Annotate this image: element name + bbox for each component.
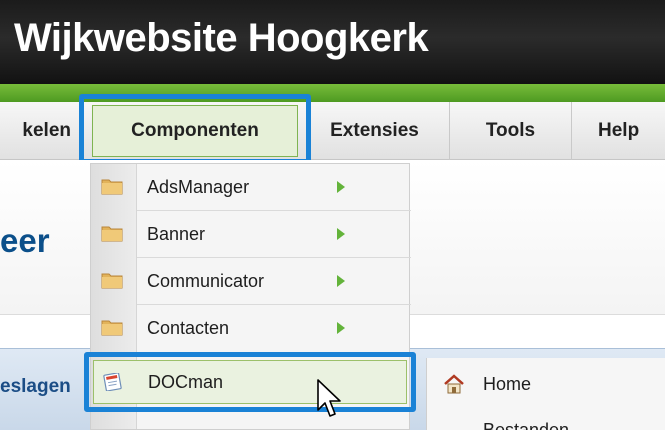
page-title: eer — [0, 222, 50, 259]
dropdown-item-banner[interactable]: Banner — [91, 211, 411, 257]
submenu-arrow-icon — [337, 275, 345, 287]
submenu-item-label: Bestanden — [483, 420, 570, 430]
folder-icon — [101, 226, 123, 242]
dropdown-item-label: AdsManager — [147, 176, 250, 197]
home-icon — [444, 374, 464, 394]
dropdown-item-label: DOCman — [148, 371, 224, 392]
dropdown-item-adsmanager[interactable]: AdsManager — [91, 164, 411, 210]
folder-icon — [101, 179, 123, 195]
dropdown-item-label: Contacten — [147, 317, 230, 338]
componenten-dropdown: AdsManager Banner Communicator Contacten — [90, 163, 411, 430]
dropdown-item-label: Banner — [147, 223, 206, 244]
folder-icon — [101, 320, 123, 336]
folder-icon — [101, 273, 123, 289]
menu-help[interactable]: Help — [572, 102, 665, 160]
docman-submenu: Home Bestanden — [426, 358, 665, 430]
main-menubar: kelen Componenten Extensies Tools Help — [0, 102, 665, 160]
submenu-item-home[interactable]: Home — [427, 364, 665, 404]
submenu-item-label: Home — [483, 373, 532, 394]
submenu-arrow-icon — [337, 322, 345, 334]
site-header: Wijkwebsite Hoogkerk — [0, 0, 665, 84]
dropdown-item-label: Communicator — [147, 270, 265, 291]
header-accent-bar — [0, 84, 665, 102]
menu-extensies[interactable]: Extensies — [300, 102, 450, 160]
menu-artikelen[interactable]: kelen — [0, 102, 80, 160]
submenu-item-bestanden[interactable]: Bestanden — [427, 410, 665, 430]
menu-componenten[interactable]: Componenten — [92, 105, 298, 157]
toolbar-label: eslagen — [0, 376, 71, 397]
submenu-arrow-icon — [337, 181, 345, 193]
site-title: Wijkwebsite Hoogkerk — [14, 16, 429, 60]
menu-tools[interactable]: Tools — [450, 102, 572, 160]
submenu-arrow-icon — [337, 228, 345, 240]
dropdown-item-contacten[interactable]: Contacten — [91, 305, 411, 351]
docman-icon — [103, 373, 122, 391]
dropdown-item-communicator[interactable]: Communicator — [91, 258, 411, 304]
dropdown-item-docman[interactable]: DOCman — [93, 360, 407, 404]
